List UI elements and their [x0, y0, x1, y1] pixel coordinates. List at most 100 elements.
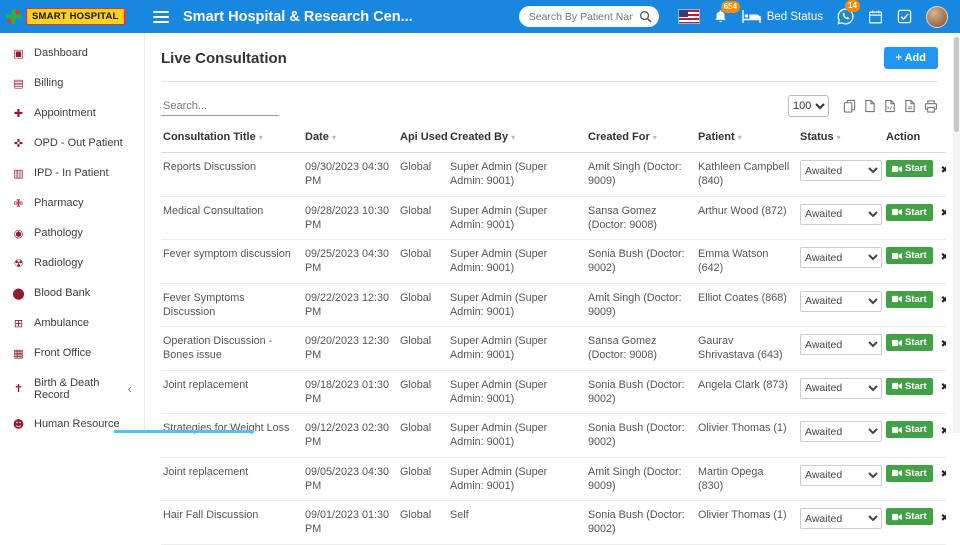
notifications-button[interactable]: 654 — [713, 9, 728, 25]
bed-status-button[interactable]: Bed Status — [742, 10, 823, 23]
start-button[interactable]: Start — [886, 291, 933, 308]
chat-button[interactable]: 14 — [837, 8, 854, 25]
start-button[interactable]: Start — [886, 508, 933, 525]
sidebar-item-dashboard[interactable]: ▣Dashboard — [0, 38, 144, 68]
status-select[interactable]: Awaited — [800, 160, 882, 181]
delete-icon[interactable]: ✖ — [941, 208, 946, 219]
delete-icon[interactable]: ✖ — [941, 252, 946, 263]
column-header-consultation-title[interactable]: Consultation Title▾ — [161, 119, 303, 153]
sidebar-item-blood-bank[interactable]: ⬤Blood Bank — [0, 278, 144, 308]
status-select[interactable]: Awaited — [800, 465, 882, 486]
tasks-button[interactable] — [897, 9, 912, 24]
delete-icon[interactable]: ✖ — [941, 339, 946, 350]
sidebar-item-appointment[interactable]: ✚Appointment — [0, 98, 144, 128]
ambulance-icon: ⊞ — [12, 317, 25, 330]
action-cell: Start ✖ — [884, 240, 946, 284]
api-used-cell: Global — [398, 414, 448, 458]
delete-icon[interactable]: ✖ — [941, 165, 946, 176]
column-header-status[interactable]: Status▾ — [798, 119, 884, 153]
delete-icon[interactable]: ✖ — [941, 382, 946, 393]
api-used-cell: Global — [398, 501, 448, 545]
start-button[interactable]: Start — [886, 378, 933, 395]
delete-icon[interactable]: ✖ — [941, 513, 946, 524]
consultation-title-cell: Fever symptom discussion — [161, 240, 303, 284]
sidebar-item-opd-out-patient[interactable]: ✜OPD - Out Patient — [0, 128, 144, 158]
start-button[interactable]: Start — [886, 247, 933, 264]
column-header-date[interactable]: Date▾ — [303, 119, 398, 153]
status-select[interactable]: Awaited — [800, 204, 882, 225]
date-cell: 09/30/2023 04:30 PM — [303, 153, 398, 197]
consultation-row: Fever symptom discussion 09/25/2023 04:3… — [161, 240, 946, 284]
video-camera-icon — [892, 513, 902, 521]
delete-icon[interactable]: ✖ — [941, 295, 946, 306]
sidebar-item-ipd-in-patient[interactable]: ▥IPD - In Patient — [0, 158, 144, 188]
video-camera-icon — [892, 295, 902, 303]
sidebar-item-pathology[interactable]: ◉Pathology — [0, 218, 144, 248]
status-select[interactable]: Awaited — [800, 247, 882, 268]
status-select[interactable]: Awaited — [800, 291, 882, 312]
column-header-patient[interactable]: Patient▾ — [696, 119, 798, 153]
status-select[interactable]: Awaited — [800, 334, 882, 355]
start-button[interactable]: Start — [886, 334, 933, 351]
column-header-created-for[interactable]: Created For▾ — [586, 119, 696, 153]
app-title: Smart Hospital & Research Cen... — [183, 9, 413, 25]
print-icon[interactable] — [924, 100, 938, 113]
top-navbar: SMART HOSPITAL Smart Hospital & Research… — [0, 0, 960, 33]
user-avatar[interactable] — [926, 6, 948, 28]
date-cell: 09/18/2023 01:30 PM — [303, 370, 398, 414]
consultation-row: Joint replacement 09/05/2023 04:30 PM Gl… — [161, 457, 946, 501]
front-office-icon: ▦ — [12, 347, 25, 360]
chevron-left-icon: ‹ — [128, 382, 132, 395]
calendar-button[interactable] — [868, 9, 883, 25]
created-by-cell: Super Admin (Super Admin: 9001) — [448, 457, 586, 501]
start-button[interactable]: Start — [886, 421, 933, 438]
column-header-action[interactable]: Action — [884, 119, 946, 153]
sidebar-item-pharmacy[interactable]: ✙Pharmacy — [0, 188, 144, 218]
patient-cell: Olivier Thomas (1) — [696, 414, 798, 458]
date-cell: 09/20/2023 12:30 PM — [303, 327, 398, 371]
sidebar-item-birth-death-record[interactable]: ✝Birth & Death Record‹ — [0, 368, 144, 409]
created-for-cell: Amit Singh (Doctor: 9009) — [586, 457, 696, 501]
delete-icon[interactable]: ✖ — [941, 426, 946, 437]
csv-export-icon[interactable] — [884, 99, 896, 113]
menu-toggle-icon[interactable] — [153, 11, 169, 23]
sidebar-item-label: Dashboard — [34, 47, 88, 59]
column-header-created-by[interactable]: Created By▾ — [448, 119, 586, 153]
status-select[interactable]: Awaited — [800, 508, 882, 529]
sidebar-item-ambulance[interactable]: ⊞ Ambulance — [0, 308, 144, 338]
created-for-cell: Sansa Gomez (Doctor: 9008) — [586, 327, 696, 371]
patient-cell: Kathleen Campbell (840) — [696, 153, 798, 197]
delete-icon[interactable]: ✖ — [941, 469, 946, 480]
human-resource-icon: ☻ — [12, 418, 25, 431]
start-button[interactable]: Start — [886, 160, 933, 177]
add-button[interactable]: + Add — [884, 47, 938, 69]
created-for-cell: Sonia Bush (Doctor: 9002) — [586, 501, 696, 545]
sidebar-item-billing[interactable]: ▤Billing — [0, 68, 144, 98]
status-cell: Awaited — [798, 283, 884, 327]
patient-search-input[interactable] — [519, 6, 659, 27]
copy-export-icon[interactable] — [843, 99, 856, 113]
table-search-input[interactable] — [161, 97, 279, 116]
search-icon[interactable] — [639, 10, 652, 23]
column-header-api-used[interactable]: Api Used▾ — [398, 119, 448, 153]
pdf-export-icon[interactable] — [904, 99, 916, 113]
hospital-plus-icon — [5, 8, 22, 25]
consultation-title-cell: Fever Symptoms Discussion — [161, 283, 303, 327]
excel-export-icon[interactable] — [864, 99, 876, 113]
language-flag-icon[interactable] — [679, 10, 699, 23]
table-header-row: Consultation Title▾Date▾Api Used▾Created… — [161, 119, 946, 153]
start-button[interactable]: Start — [886, 465, 933, 482]
status-cell: Awaited — [798, 196, 884, 240]
status-select[interactable]: Awaited — [800, 378, 882, 399]
start-button[interactable]: Start — [886, 204, 933, 221]
blood-bank-icon: ⬤ — [12, 287, 25, 300]
scrollbar-thumb[interactable] — [954, 37, 959, 132]
sidebar-item-label: Ambulance — [34, 317, 89, 329]
sidebar-item-radiology[interactable]: ☢Radiology — [0, 248, 144, 278]
page-size-select[interactable]: 100 — [788, 95, 829, 117]
vertical-scrollbar[interactable] — [953, 33, 960, 433]
status-select[interactable]: Awaited — [800, 421, 882, 442]
patient-cell: Emma Watson (642) — [696, 240, 798, 284]
sidebar-item-front-office[interactable]: ▦Front Office — [0, 338, 144, 368]
consultation-title-cell: Joint replacement — [161, 370, 303, 414]
